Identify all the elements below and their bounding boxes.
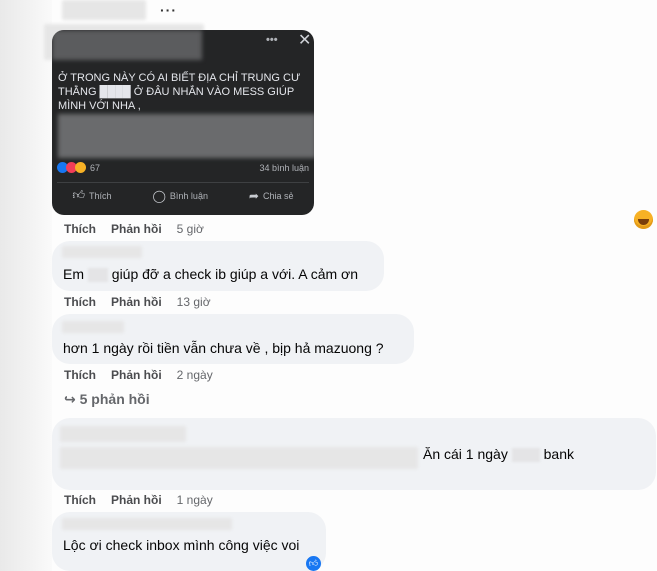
view-replies-link[interactable]: ↪ 5 phản hồi [64, 391, 150, 408]
like-link[interactable]: Thích [64, 222, 96, 236]
like-link[interactable]: Thích [64, 295, 96, 309]
commenter-name-redacted [62, 321, 124, 333]
post-content-redacted [58, 114, 314, 158]
comment-meta: Thích Phản hồi 1 ngày [64, 493, 228, 507]
comment-time[interactable]: 13 giờ [177, 295, 211, 309]
post-comment-count: 34 bình luận [259, 163, 309, 173]
commenter-name-redacted [62, 0, 146, 20]
reply-arrow-icon: ↪ [64, 391, 76, 407]
haha-reaction-icon [75, 162, 86, 173]
comment-time[interactable]: 2 ngày [177, 368, 213, 382]
comment-text-redacted [60, 447, 418, 469]
comment-text: Ăn cái 1 ngày bank [423, 446, 574, 463]
commenter-name-redacted [60, 426, 186, 442]
comment-meta: Thích Phản hồi 13 giờ [64, 295, 226, 309]
commenter-name-redacted [62, 246, 142, 258]
redacted-name [87, 268, 108, 283]
like-link[interactable]: Thích [64, 493, 96, 507]
reply-link[interactable]: Phản hồi [111, 222, 162, 236]
post-close-icon: ✕ [298, 32, 312, 49]
post-like-action: 👍︎ Thích [72, 188, 112, 202]
like-link[interactable]: Thích [64, 368, 96, 382]
left-margin [0, 0, 52, 571]
comment-time[interactable]: 5 giờ [177, 222, 204, 236]
post-actions: 👍︎ Thích ◯ Bình luận ➦ Chia sẻ [52, 188, 314, 203]
redacted-word [511, 448, 540, 463]
comment-time[interactable]: 1 ngày [177, 493, 213, 507]
haha-emoji-icon [634, 210, 653, 229]
thumbs-up-icon: 👍︎ [72, 188, 86, 202]
comment-text: hơn 1 ngày rồi tiền vẫn chưa về , bịp hả… [63, 340, 384, 356]
post-share-action: ➦ Chia sẻ [248, 188, 294, 203]
comment-text: Lộc ơi check inbox mình công việc voi [63, 537, 300, 553]
reply-link[interactable]: Phản hồi [111, 295, 162, 309]
post-more-icon: ••• [266, 34, 278, 46]
comment-icon: ◯ [152, 188, 166, 203]
post-divider [57, 182, 309, 183]
comment-meta: Thích Phản hồi 5 giờ [64, 222, 219, 236]
share-icon: ➦ [248, 188, 259, 203]
reaction-count: 67 [90, 162, 101, 173]
more-options-icon[interactable]: ··· [160, 2, 177, 18]
comment-meta: Thích Phản hồi 2 ngày [64, 368, 228, 382]
reply-link[interactable]: Phản hồi [111, 493, 162, 507]
post-comment-action: ◯ Bình luận [152, 188, 208, 203]
reply-link[interactable]: Phản hồi [111, 368, 162, 382]
post-reactions: 67 [57, 162, 100, 173]
post-text: Ở TRONG NÀY CÓ AI BIẾT ĐỊA CHỈ TRUNG CƯ … [58, 72, 301, 112]
post-author-redacted [52, 30, 202, 60]
like-reaction-icon: 👍︎ [306, 556, 321, 571]
commenter-name-redacted [62, 518, 232, 530]
embedded-post-screenshot: ••• ✕ Ở TRONG NÀY CÓ AI BIẾT ĐỊA CHỈ TRU… [52, 30, 314, 215]
comment-text: Em giúp đỡ a check ib giúp a với. A cảm … [63, 266, 359, 283]
